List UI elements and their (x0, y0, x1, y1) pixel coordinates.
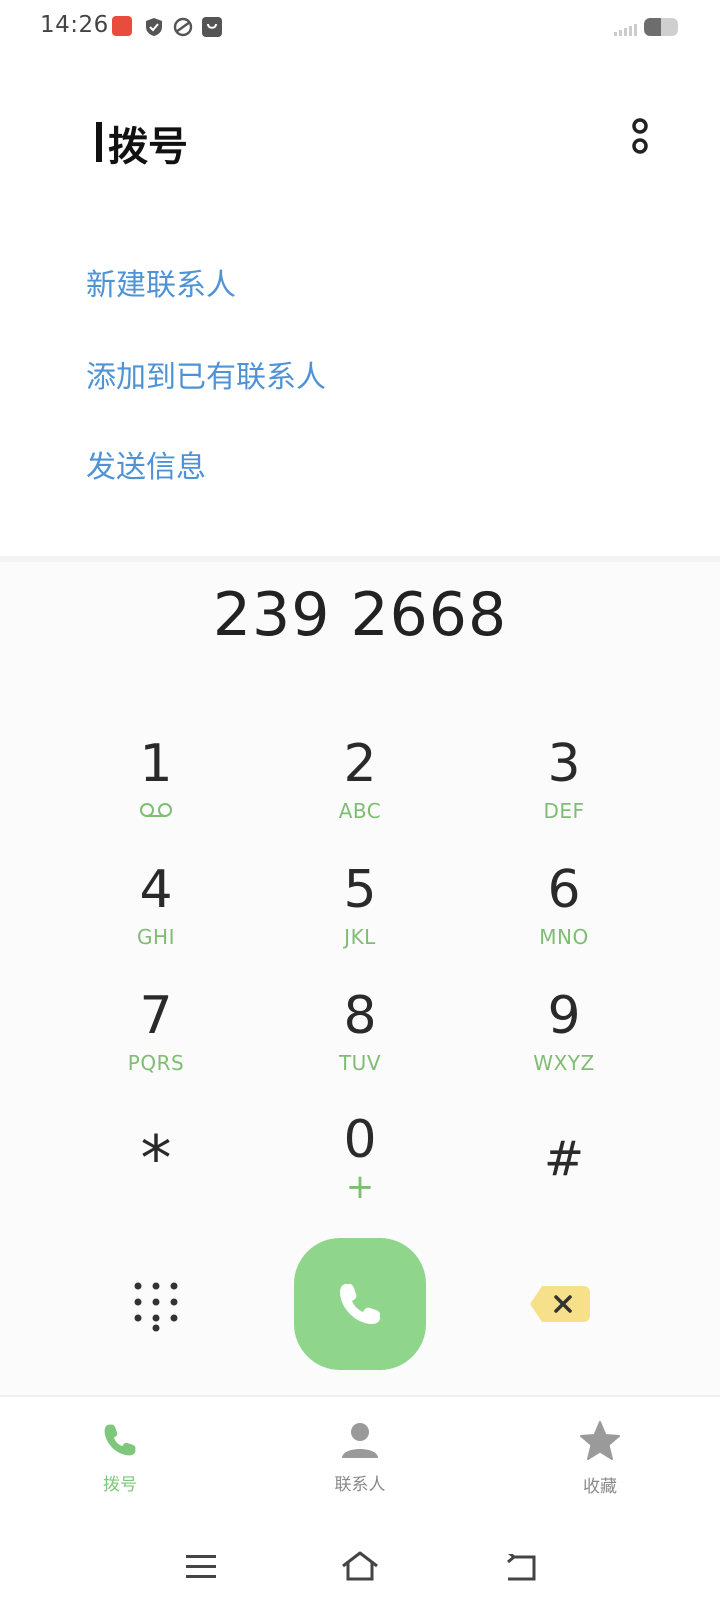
more-options-icon[interactable] (630, 118, 650, 158)
key-digit: 5 (343, 860, 377, 920)
key-digit: 3 (547, 734, 581, 794)
key-9[interactable]: 9 WXYZ (464, 986, 664, 1096)
key-digit: # (543, 1131, 585, 1187)
new-contact-link[interactable]: 新建联系人 (86, 260, 236, 304)
key-2[interactable]: 2 ABC (260, 734, 460, 844)
add-to-existing-contact-link[interactable]: 添加到已有联系人 (86, 352, 326, 396)
key-letters: MNO (539, 925, 589, 949)
call-button[interactable] (294, 1238, 426, 1370)
key-letters: ABC (338, 799, 382, 823)
key-0[interactable]: 0 + (260, 1110, 460, 1220)
back-icon[interactable] (504, 1554, 538, 1582)
key-8[interactable]: 8 TUV (260, 986, 460, 1096)
tab-dial[interactable]: 拨号 (40, 1420, 200, 1495)
tab-label: 拨号 (103, 1475, 137, 1495)
dialed-number: 239 2668 (212, 580, 508, 650)
tab-label: 收藏 (583, 1477, 617, 1497)
key-1[interactable]: 1 (56, 734, 256, 844)
key-letters: DEF (543, 799, 585, 823)
tab-favorites[interactable]: 收藏 (520, 1420, 680, 1497)
key-5[interactable]: 5 JKL (260, 860, 460, 970)
key-digit: 7 (139, 986, 173, 1046)
key-digit: 4 (139, 860, 173, 920)
key-digit: 0 (343, 1110, 377, 1170)
tab-contacts[interactable]: 联系人 (280, 1420, 440, 1495)
key-star[interactable]: * (56, 1110, 256, 1220)
keypad-toggle-icon[interactable] (134, 1282, 178, 1332)
status-time: 14:26 (40, 12, 109, 38)
send-message-link[interactable]: 发送信息 (86, 442, 206, 486)
key-letters: PQRS (127, 1051, 185, 1075)
key-digit: * (140, 1122, 172, 1195)
nav-divider (0, 1395, 720, 1397)
key-4[interactable]: 4 GHI (56, 860, 256, 970)
home-icon[interactable] (340, 1550, 380, 1582)
key-digit: 6 (547, 860, 581, 920)
key-letters: TUV (338, 1051, 382, 1075)
app-notification-icon (112, 16, 132, 36)
key-digit: 1 (139, 734, 173, 794)
key-7[interactable]: 7 PQRS (56, 986, 256, 1096)
key-hash[interactable]: # (464, 1110, 664, 1220)
key-letters: GHI (137, 925, 175, 949)
shield-icon (146, 18, 162, 36)
sync-icon (173, 17, 193, 37)
menu-icon[interactable] (186, 1554, 216, 1580)
key-digit: 2 (343, 734, 377, 794)
person-icon (342, 1423, 378, 1458)
backspace-icon[interactable] (528, 1284, 592, 1324)
key-digit: 9 (547, 986, 581, 1046)
bag-icon (202, 17, 222, 37)
phone-icon (340, 1284, 380, 1324)
signal-icon (614, 24, 637, 36)
key-3[interactable]: 3 DEF (464, 734, 664, 844)
key-digit: 8 (343, 986, 377, 1046)
key-6[interactable]: 6 MNO (464, 860, 664, 970)
title-accent-bar (96, 122, 102, 162)
phone-icon (104, 1424, 136, 1456)
star-icon (580, 1421, 620, 1460)
key-letters: WXYZ (533, 1051, 595, 1075)
page-title: 拨号 (108, 124, 188, 170)
voicemail-icon (140, 803, 172, 817)
tab-label: 联系人 (334, 1475, 386, 1495)
key-letters: + (345, 1167, 375, 1207)
battery-icon (644, 18, 678, 36)
key-letters: JKL (344, 925, 376, 949)
